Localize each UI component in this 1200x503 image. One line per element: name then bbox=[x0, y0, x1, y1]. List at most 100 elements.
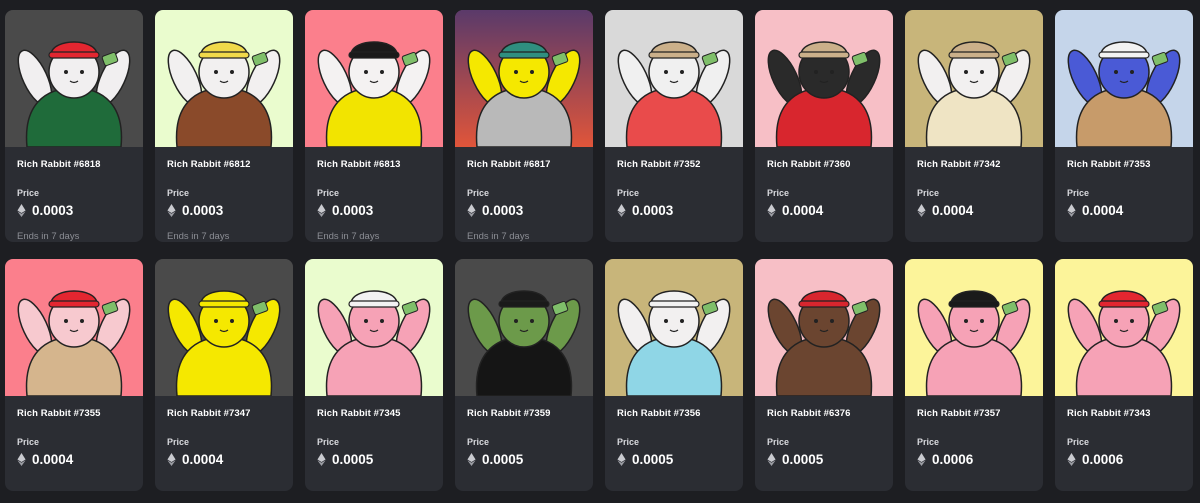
price-row: 0.0004 bbox=[917, 203, 1031, 218]
nft-image[interactable] bbox=[305, 10, 443, 147]
nft-card[interactable]: Rich Rabbit #6813 Price 0.0003 Ends in 7 da… bbox=[305, 10, 443, 242]
nft-info: Rich Rabbit #7356 Price 0.0005 bbox=[605, 396, 743, 467]
nft-card[interactable]: Rich Rabbit #7347 Price 0.0004 bbox=[155, 259, 293, 491]
price-value: 0.0003 bbox=[332, 203, 374, 218]
nft-name[interactable]: Rich Rabbit #7356 bbox=[617, 408, 731, 419]
price-label: Price bbox=[17, 188, 40, 198]
ethereum-icon bbox=[17, 453, 26, 466]
ethereum-icon bbox=[617, 204, 626, 217]
nft-name[interactable]: Rich Rabbit #7357 bbox=[917, 408, 1031, 419]
price-row: 0.0004 bbox=[767, 203, 881, 218]
rabbit-illustration bbox=[905, 10, 1043, 147]
nft-info: Rich Rabbit #7357 Price 0.0006 bbox=[905, 396, 1043, 467]
nft-name[interactable]: Rich Rabbit #6376 bbox=[767, 408, 881, 419]
nft-info: Rich Rabbit #7360 Price 0.0004 bbox=[755, 147, 893, 218]
nft-image[interactable] bbox=[905, 10, 1043, 147]
price-row: 0.0006 bbox=[1067, 452, 1181, 467]
nft-card[interactable]: Rich Rabbit #6812 Price 0.0003 Ends in 7 da… bbox=[155, 10, 293, 242]
nft-name[interactable]: Rich Rabbit #7353 bbox=[1067, 159, 1181, 170]
ethereum-icon bbox=[917, 453, 926, 466]
price-value: 0.0005 bbox=[632, 452, 674, 467]
price-label: Price bbox=[167, 188, 190, 198]
ethereum-icon bbox=[767, 204, 776, 217]
nft-name[interactable]: Rich Rabbit #7342 bbox=[917, 159, 1031, 170]
nft-image[interactable] bbox=[755, 10, 893, 147]
price-value: 0.0004 bbox=[932, 203, 974, 218]
price-label: Price bbox=[317, 188, 340, 198]
ethereum-icon bbox=[317, 204, 326, 217]
price-row: 0.0005 bbox=[617, 452, 731, 467]
rabbit-illustration bbox=[455, 259, 593, 396]
nft-name[interactable]: Rich Rabbit #7352 bbox=[617, 159, 731, 170]
price-label: Price bbox=[767, 437, 790, 447]
nft-card[interactable]: Rich Rabbit #7345 Price 0.0005 bbox=[305, 259, 443, 491]
nft-name[interactable]: Rich Rabbit #6817 bbox=[467, 159, 581, 170]
price-value: 0.0005 bbox=[482, 452, 524, 467]
rabbit-illustration bbox=[5, 259, 143, 396]
price-value: 0.0003 bbox=[632, 203, 674, 218]
nft-image[interactable] bbox=[905, 259, 1043, 396]
nft-name[interactable]: Rich Rabbit #7345 bbox=[317, 408, 431, 419]
auction-ends-label: Ends in 7 days bbox=[467, 231, 530, 242]
nft-card[interactable]: Rich Rabbit #7353 Price 0.0004 bbox=[1055, 10, 1193, 242]
ethereum-icon bbox=[767, 453, 776, 466]
price-value: 0.0005 bbox=[782, 452, 824, 467]
nft-card[interactable]: Rich Rabbit #7355 Price 0.0004 bbox=[5, 259, 143, 491]
rabbit-illustration bbox=[155, 10, 293, 147]
nft-card[interactable]: Rich Rabbit #7356 Price 0.0005 bbox=[605, 259, 743, 491]
nft-image[interactable] bbox=[5, 259, 143, 396]
ethereum-icon bbox=[467, 453, 476, 466]
nft-name[interactable]: Rich Rabbit #7360 bbox=[767, 159, 881, 170]
price-value: 0.0003 bbox=[482, 203, 524, 218]
nft-card[interactable]: Rich Rabbit #7342 Price 0.0004 bbox=[905, 10, 1043, 242]
nft-info: Rich Rabbit #7342 Price 0.0004 bbox=[905, 147, 1043, 218]
rabbit-illustration bbox=[455, 10, 593, 147]
rabbit-illustration bbox=[755, 259, 893, 396]
nft-card[interactable]: Rich Rabbit #6817 Price 0.0003 Ends in 7 da… bbox=[455, 10, 593, 242]
nft-info: Rich Rabbit #6817 Price 0.0003 Ends in 7 da… bbox=[455, 147, 593, 242]
rabbit-illustration bbox=[755, 10, 893, 147]
nft-image[interactable] bbox=[1055, 259, 1193, 396]
nft-image[interactable] bbox=[455, 259, 593, 396]
nft-card[interactable]: Rich Rabbit #7357 Price 0.0006 bbox=[905, 259, 1043, 491]
price-label: Price bbox=[917, 188, 940, 198]
ethereum-icon bbox=[917, 204, 926, 217]
nft-card[interactable]: Rich Rabbit #7352 Price 0.0003 bbox=[605, 10, 743, 242]
nft-image[interactable] bbox=[305, 259, 443, 396]
nft-card[interactable]: Rich Rabbit #7359 Price 0.0005 bbox=[455, 259, 593, 491]
nft-name[interactable]: Rich Rabbit #7347 bbox=[167, 408, 281, 419]
nft-image[interactable] bbox=[5, 10, 143, 147]
ethereum-icon bbox=[467, 204, 476, 217]
nft-card[interactable]: Rich Rabbit #6376 Price 0.0005 bbox=[755, 259, 893, 491]
nft-image[interactable] bbox=[455, 10, 593, 147]
rabbit-illustration bbox=[5, 10, 143, 147]
price-row: 0.0005 bbox=[767, 452, 881, 467]
nft-card[interactable]: Rich Rabbit #7360 Price 0.0004 bbox=[755, 10, 893, 242]
nft-name[interactable]: Rich Rabbit #7355 bbox=[17, 408, 131, 419]
nft-image[interactable] bbox=[1055, 10, 1193, 147]
nft-image[interactable] bbox=[155, 10, 293, 147]
nft-name[interactable]: Rich Rabbit #6813 bbox=[317, 159, 431, 170]
price-row: 0.0004 bbox=[17, 452, 131, 467]
nft-name[interactable]: Rich Rabbit #6818 bbox=[17, 159, 131, 170]
nft-info: Rich Rabbit #7359 Price 0.0005 bbox=[455, 396, 593, 467]
nft-card[interactable]: Rich Rabbit #6818 Price 0.0003 Ends in 7 da… bbox=[5, 10, 143, 242]
rabbit-illustration bbox=[1055, 259, 1193, 396]
price-value: 0.0006 bbox=[1082, 452, 1124, 467]
nft-name[interactable]: Rich Rabbit #6812 bbox=[167, 159, 281, 170]
nft-image[interactable] bbox=[605, 259, 743, 396]
price-value: 0.0006 bbox=[932, 452, 974, 467]
nft-name[interactable]: Rich Rabbit #7343 bbox=[1067, 408, 1181, 419]
nft-name[interactable]: Rich Rabbit #7359 bbox=[467, 408, 581, 419]
nft-image[interactable] bbox=[755, 259, 893, 396]
ethereum-icon bbox=[17, 204, 26, 217]
price-row: 0.0005 bbox=[317, 452, 431, 467]
nft-image[interactable] bbox=[605, 10, 743, 147]
nft-card[interactable]: Rich Rabbit #7343 Price 0.0006 bbox=[1055, 259, 1193, 491]
rabbit-illustration bbox=[1055, 10, 1193, 147]
price-row: 0.0005 bbox=[467, 452, 581, 467]
price-row: 0.0003 bbox=[467, 203, 581, 218]
nft-image[interactable] bbox=[155, 259, 293, 396]
price-value: 0.0003 bbox=[182, 203, 224, 218]
rabbit-illustration bbox=[605, 10, 743, 147]
